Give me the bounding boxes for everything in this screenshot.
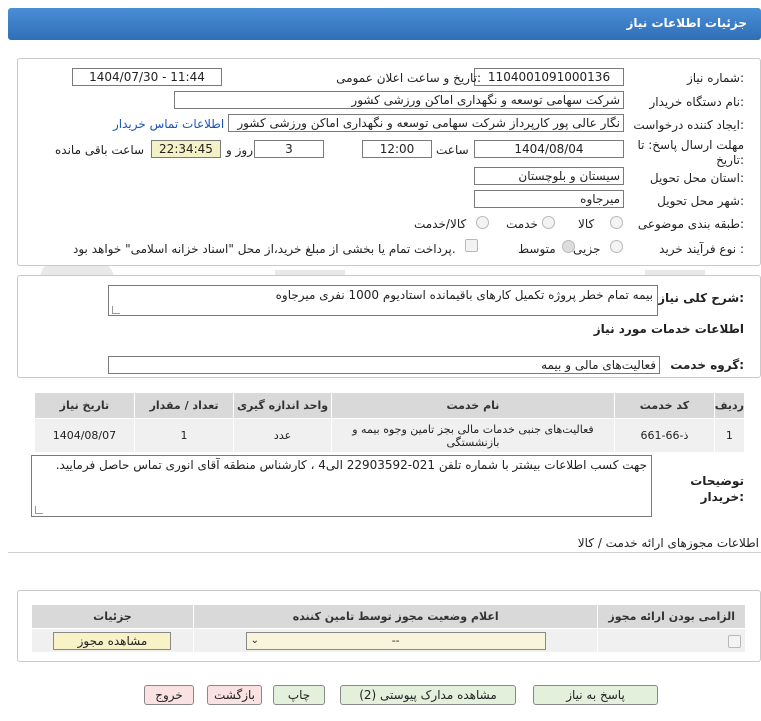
remaining-time-field: 22:34:45 (151, 140, 221, 158)
cell-quantity: 1 (133, 418, 235, 453)
exit-button[interactable]: خروج (144, 685, 194, 705)
print-button[interactable]: چاپ (273, 685, 325, 705)
province-field: سیستان و بلوچستان (474, 167, 624, 185)
col-need-date: تاریخ نیاز (34, 392, 135, 419)
buyer-contact-link[interactable]: اطلاعات تماس خریدار (113, 117, 224, 131)
permits-table: الزامی بودن ارائه مجوز اعلام وضعیت مجوز … (31, 604, 746, 653)
cell-row: 1 (713, 418, 746, 453)
treasury-payment-note: پرداخت تمام یا بخشی از مبلغ خرید،از محل … (73, 242, 456, 256)
cell-service-code: ذ-66-661 (614, 418, 715, 453)
remaining-time-label: ساعت باقی مانده (55, 143, 145, 157)
description-field: بیمه تمام خطر پروژه تکمیل کارهای باقیمان… (108, 285, 658, 316)
permits-section-title: اطلاعات مجوزهای ارائه خدمت / کالا (577, 536, 759, 550)
category-service-label: خدمت (506, 217, 538, 231)
deadline-date-field: 1404/08/04 (474, 140, 624, 158)
treasury-payment-checkbox[interactable] (465, 239, 478, 252)
services-table: ردیف کد خدمت نام خدمت واحد اندازه گیری ت… (34, 392, 746, 453)
process-minor-radio[interactable] (610, 240, 623, 253)
permit-required-checkbox[interactable] (728, 634, 741, 648)
category-goods-radio[interactable] (610, 216, 623, 229)
requester-label: ایجاد کننده درخواست: (633, 118, 744, 132)
deadline-label: مهلت ارسال پاسخ: تا تاریخ: (637, 138, 744, 167)
permit-status-select-value: -- (391, 633, 400, 647)
service-group-field: فعالیت‌های مالی و بیمه (108, 356, 660, 374)
announce-date-field: 1404/07/30 - 11:44 (72, 68, 222, 86)
col-unit: واحد اندازه گیری (233, 392, 332, 419)
service-group-label: گروه خدمت: (670, 358, 744, 372)
buyer-notes-resize-handle[interactable] (35, 506, 43, 514)
buyer-notes-label: توضیحات خریدار: (690, 474, 744, 504)
col-row: ردیف (713, 392, 746, 419)
province-label: استان محل تحویل: (649, 171, 744, 185)
requester-field: نگار عالی پور کارپرداز شرکت سهامی توسعه … (228, 114, 624, 132)
cell-service-name: فعالیت‌های جنبی خدمات مالی بجز تامین وجو… (330, 418, 616, 453)
days-label: روز و (226, 143, 253, 157)
col-permit-details: جزئیات (31, 604, 194, 629)
process-medium-radio[interactable] (562, 240, 575, 253)
permit-status-select[interactable]: -- ⌄ (245, 631, 546, 650)
attachments-button[interactable]: مشاهده مدارک پیوستی (2) (340, 685, 516, 705)
cell-unit: عدد (233, 418, 332, 453)
category-goods-label: کالا (578, 217, 595, 231)
col-permit-status: اعلام وضعیت مجوز توسط تامین کننده (192, 604, 599, 629)
permits-divider (8, 552, 761, 553)
services-table-header: ردیف کد خدمت نام خدمت واحد اندازه گیری ت… (34, 392, 746, 419)
need-number-field: 1104001091000136 (474, 68, 624, 86)
announce-date-label: تاریخ و ساعت اعلان عمومی: (336, 71, 481, 85)
reply-button[interactable]: پاسخ به نیاز (533, 685, 658, 705)
back-button[interactable]: بازگشت (207, 685, 262, 705)
process-medium-label: متوسط (518, 242, 556, 256)
table-row: -- ⌄ مشاهده مجوز (31, 628, 746, 653)
col-service-name: نام خدمت (330, 392, 616, 419)
category-both-radio[interactable] (476, 216, 489, 229)
process-label: نوع فرآیند خرید : (659, 242, 744, 256)
deadline-time-field: 12:00 (362, 140, 432, 158)
process-minor-label: جزیی (573, 242, 601, 256)
days-field: 3 (254, 140, 324, 158)
description-resize-handle[interactable] (112, 306, 120, 314)
city-label: شهر محل تحویل: (657, 194, 744, 208)
buyer-notes-field: جهت کسب اطلاعات بیشتر با شماره تلفن 021-… (31, 455, 652, 517)
page-title: جزئیات اطلاعات نیاز (626, 16, 747, 30)
need-number-label: شماره نیاز: (686, 71, 744, 85)
services-section-title: اطلاعات خدمات مورد نیاز (593, 322, 744, 336)
permits-table-header: الزامی بودن ارائه مجوز اعلام وضعیت مجوز … (31, 604, 746, 629)
chevron-down-icon: ⌄ (250, 634, 260, 646)
col-permit-required: الزامی بودن ارائه مجوز (597, 604, 746, 629)
view-permit-button[interactable]: مشاهده مجوز (53, 631, 172, 650)
table-row: 1 ذ-66-661 فعالیت‌های جنبی خدمات مالی بج… (34, 418, 746, 453)
cell-need-date: 1404/08/07 (34, 418, 135, 453)
deadline-time-label: ساعت (436, 143, 469, 157)
buyer-org-field: شرکت سهامی توسعه و نگهداری اماکن ورزشی ک… (174, 91, 624, 109)
buyer-org-label: نام دستگاه خریدار: (649, 95, 745, 109)
description-label: شرح کلی نیاز: (658, 291, 744, 305)
col-quantity: تعداد / مقدار (133, 392, 235, 419)
page-header: جزئیات اطلاعات نیاز (8, 8, 761, 40)
category-label: طبقه بندی موضوعی: (637, 217, 744, 231)
city-field: میرجاوه (474, 190, 624, 208)
category-service-radio[interactable] (542, 216, 555, 229)
category-both-label: کالا/خدمت (414, 217, 467, 231)
col-service-code: کد خدمت (614, 392, 715, 419)
